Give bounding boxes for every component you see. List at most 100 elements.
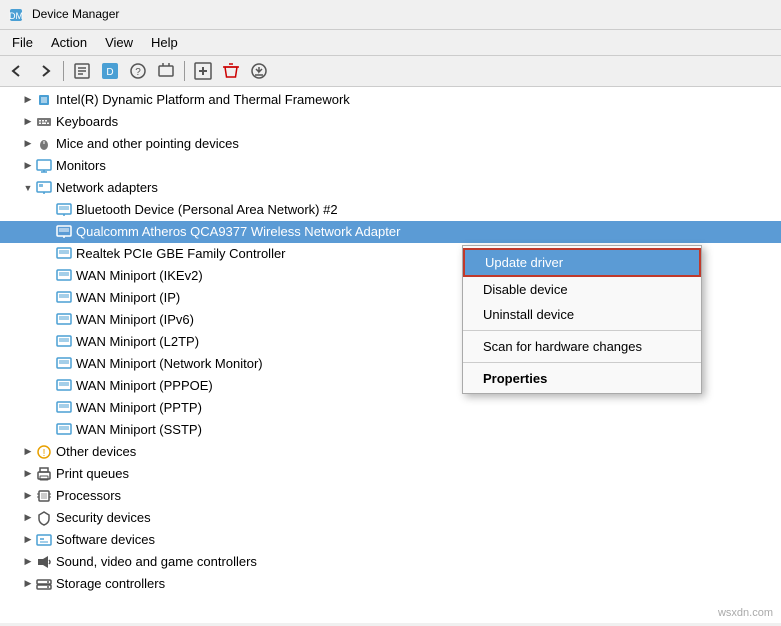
svg-text:DM: DM [9,11,23,21]
context-menu-separator-2 [463,362,701,363]
tree-label-wan-pptp: WAN Miniport (PPTP) [76,400,202,415]
tree-label-network: Network adapters [56,180,158,195]
add-hardware-button[interactable] [190,59,216,83]
tree-label-wan-netmon: WAN Miniport (Network Monitor) [76,356,263,371]
remove-driver-button[interactable] [218,59,244,83]
network-icon [36,180,52,196]
tree-item-processors[interactable]: ▶ Processors [0,485,781,507]
toggle-storage[interactable]: ▶ [20,576,36,592]
tree-label-storage: Storage controllers [56,576,165,591]
download-button[interactable] [246,59,272,83]
tree-item-sound[interactable]: ▶ Sound, video and game controllers [0,551,781,573]
toolbar-sep1 [63,61,64,81]
security-icon [36,510,52,526]
tree-item-print[interactable]: ▶ Print queues [0,463,781,485]
toolbar: D ? [0,56,781,87]
tree-item-other[interactable]: ▶ ! Other devices [0,441,781,463]
watermark: wsxdn.com [718,607,773,619]
toggle-security[interactable]: ▶ [20,510,36,526]
tree-item-network[interactable]: ▼ Network adapters [0,177,781,199]
toggle-sound[interactable]: ▶ [20,554,36,570]
toolbar-sep2 [184,61,185,81]
menu-action[interactable]: Action [43,32,95,53]
tree-item-wan-pptp[interactable]: ▶ WAN Miniport (PPTP) [0,397,781,419]
context-menu-separator-1 [463,330,701,331]
monitor-icon [36,158,52,174]
properties-toolbar-button[interactable] [69,59,95,83]
network-adapter-icon-wan7 [56,400,72,416]
update-driver-toolbar-button[interactable]: D [97,59,123,83]
svg-text:D: D [106,67,113,78]
tree-label-wan-pppoe: WAN Miniport (PPPOE) [76,378,213,393]
tree-label-print: Print queues [56,466,129,481]
scan-toolbar-button[interactable] [153,59,179,83]
menu-help[interactable]: Help [143,32,186,53]
tree-item-keyboards[interactable]: ▶ Keyboards [0,111,781,133]
storage-icon [36,576,52,592]
help-toolbar-button[interactable]: ? [125,59,151,83]
chip-icon [36,92,52,108]
tree-label-realtek: Realtek PCIe GBE Family Controller [76,246,286,261]
tree-item-bluetooth[interactable]: ▶ Bluetooth Device (Personal Area Networ… [0,199,781,221]
mouse-icon [36,136,52,152]
context-menu-uninstall-device[interactable]: Uninstall device [463,302,701,327]
network-adapter-icon-realtek [56,246,72,262]
toggle-monitors[interactable]: ▶ [20,158,36,174]
tree-item-intel[interactable]: ▶ Intel(R) Dynamic Platform and Thermal … [0,89,781,111]
tree-item-mice[interactable]: ▶ Mice and other pointing devices [0,133,781,155]
menu-view[interactable]: View [97,32,141,53]
tree-item-qualcomm[interactable]: ▶ Qualcomm Atheros QCA9377 Wireless Netw… [0,221,781,243]
network-adapter-icon-wan6 [56,378,72,394]
network-adapter-icon-qualcomm [56,224,72,240]
tree-label-wan-l2tp: WAN Miniport (L2TP) [76,334,199,349]
network-adapter-icon-wan5 [56,356,72,372]
network-adapter-icon-wan1 [56,268,72,284]
tree-label-security: Security devices [56,510,151,525]
toggle-keyboards[interactable]: ▶ [20,114,36,130]
tree-item-software[interactable]: ▶ Software devices [0,529,781,551]
toggle-processors[interactable]: ▶ [20,488,36,504]
context-menu-disable-device[interactable]: Disable device [463,277,701,302]
keyboard-icon [36,114,52,130]
title-bar: DM Device Manager [0,0,781,30]
context-menu-update-driver[interactable]: Update driver [463,248,701,277]
tree-label-keyboards: Keyboards [56,114,118,129]
back-button[interactable] [4,59,30,83]
software-devices-icon [36,532,52,548]
tree-item-storage[interactable]: ▶ Storage controllers [0,573,781,595]
network-adapter-icon-wan3 [56,312,72,328]
network-adapter-icon-wan2 [56,290,72,306]
processor-icon [36,488,52,504]
menu-bar: File Action View Help [0,30,781,56]
title-bar-text: Device Manager [32,7,119,21]
tree-label-monitors: Monitors [56,158,106,173]
context-menu-properties[interactable]: Properties [463,366,701,391]
tree-item-wan-sstp[interactable]: ▶ WAN Miniport (SSTP) [0,419,781,441]
title-bar-icon: DM [8,6,24,23]
toggle-print[interactable]: ▶ [20,466,36,482]
forward-button[interactable] [32,59,58,83]
context-menu-scan-hardware[interactable]: Scan for hardware changes [463,334,701,359]
toggle-network[interactable]: ▼ [20,180,36,196]
svg-text:?: ? [135,67,141,78]
network-adapter-icon-wan4 [56,334,72,350]
tree-label-mice: Mice and other pointing devices [56,136,239,151]
other-devices-icon: ! [36,444,52,460]
tree-label-wan-sstp: WAN Miniport (SSTP) [76,422,202,437]
tree-label-sound: Sound, video and game controllers [56,554,257,569]
context-menu: Update driver Disable device Uninstall d… [462,245,702,394]
tree-item-monitors[interactable]: ▶ Monitors [0,155,781,177]
toggle-intel[interactable]: ▶ [20,92,36,108]
toggle-other[interactable]: ▶ [20,444,36,460]
svg-text:!: ! [43,448,46,459]
toggle-mice[interactable]: ▶ [20,136,36,152]
menu-file[interactable]: File [4,32,41,53]
tree-label-wan-ikev2: WAN Miniport (IKEv2) [76,268,203,283]
tree-label-processors: Processors [56,488,121,503]
tree-label-wan-ipv6: WAN Miniport (IPv6) [76,312,194,327]
tree-item-security[interactable]: ▶ Security devices [0,507,781,529]
network-adapter-icon-bluetooth [56,202,72,218]
toggle-software[interactable]: ▶ [20,532,36,548]
tree-label-qualcomm: Qualcomm Atheros QCA9377 Wireless Networ… [76,224,400,239]
network-adapter-icon-wan8 [56,422,72,438]
